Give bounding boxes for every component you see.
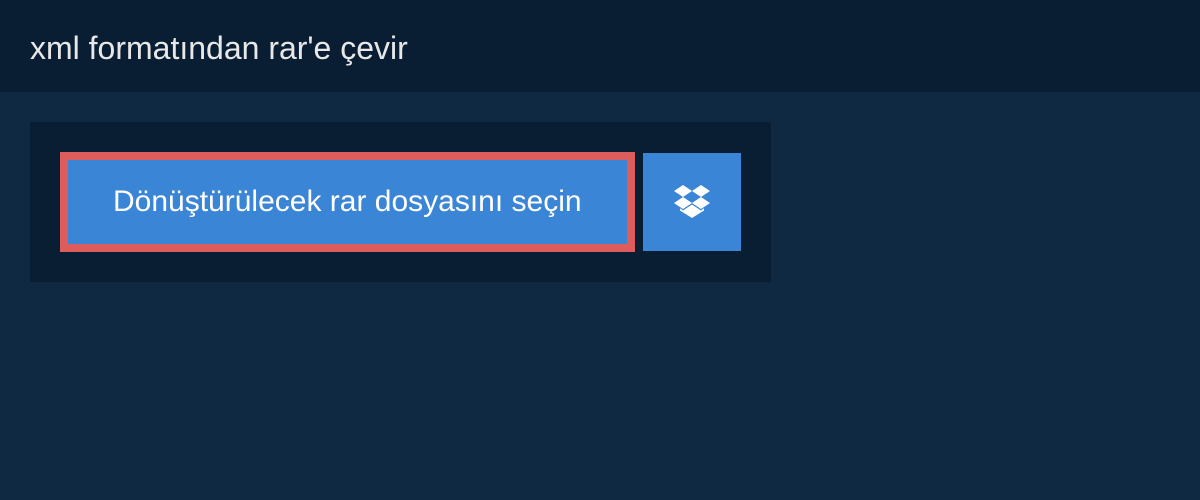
title-bar: xml formatından rar'e çevir (0, 0, 438, 92)
page-title: xml formatından rar'e çevir (30, 30, 408, 67)
dropbox-button[interactable] (643, 153, 741, 251)
select-file-label: Dönüştürülecek rar dosyasını seçin (113, 185, 582, 219)
content-area: Dönüştürülecek rar dosyasını seçin (0, 92, 1200, 312)
button-row: Dönüştürülecek rar dosyasını seçin (60, 152, 741, 252)
main-panel: xml formatından rar'e çevir (0, 0, 1200, 92)
dropbox-icon (674, 182, 710, 223)
upload-panel: Dönüştürülecek rar dosyasını seçin (30, 122, 771, 282)
select-file-button[interactable]: Dönüştürülecek rar dosyasını seçin (60, 152, 635, 252)
